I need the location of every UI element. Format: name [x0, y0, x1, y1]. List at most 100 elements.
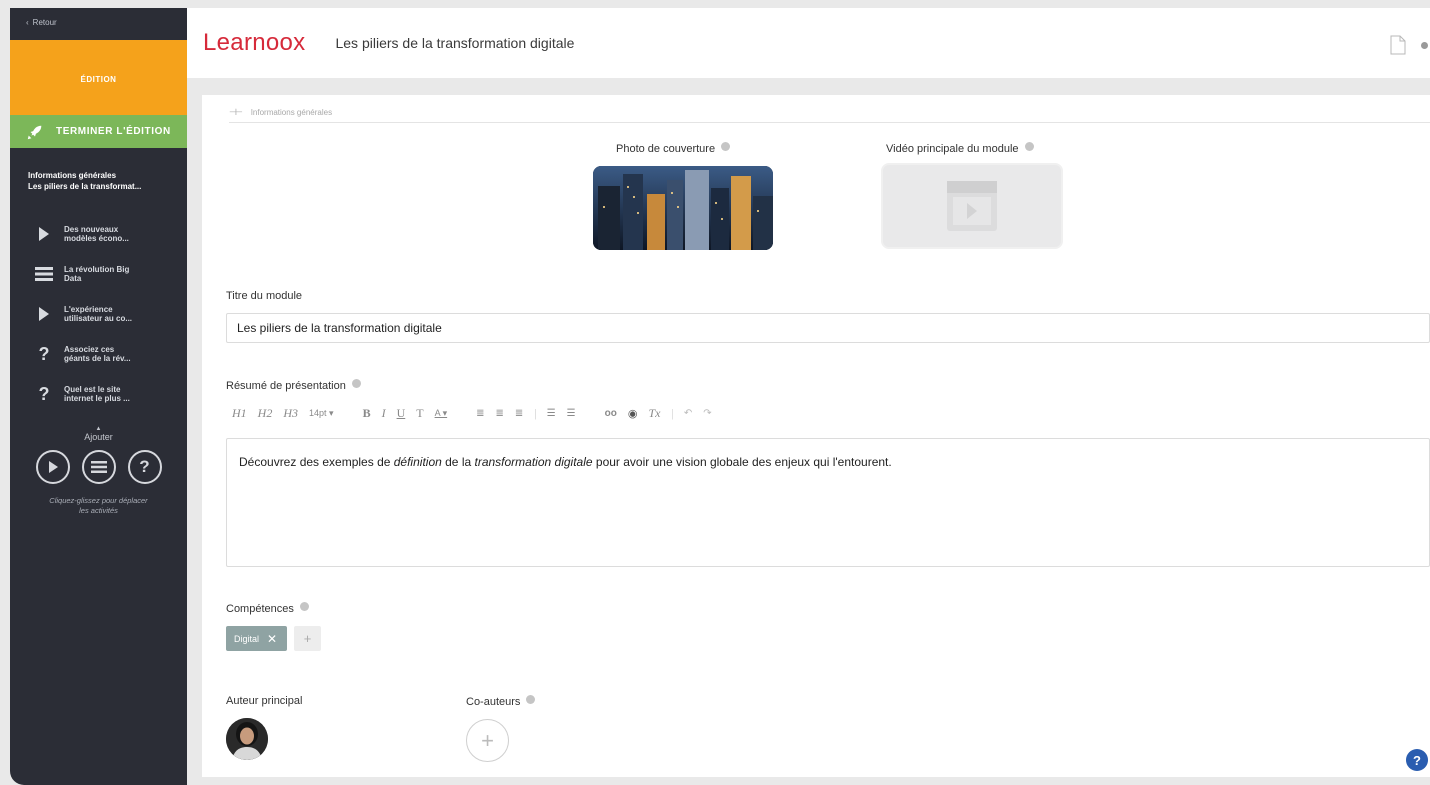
- activity-item[interactable]: Des nouveaux modèles écono...: [10, 214, 187, 254]
- underline-button[interactable]: U: [397, 406, 406, 421]
- skill-tag: Digital ✕: [226, 626, 287, 651]
- activity-label-line: internet le plus ...: [64, 394, 130, 403]
- activity-item[interactable]: ? Associez ces géants de la rév...: [10, 334, 187, 374]
- toolbar-divider: |: [671, 405, 674, 420]
- avatar[interactable]: [226, 718, 268, 760]
- summary-text: pour avoir une vision globale des enjeux…: [592, 455, 892, 469]
- align-center-icon[interactable]: ≣: [496, 408, 504, 419]
- help-icon[interactable]: [299, 602, 309, 611]
- add-skill-button[interactable]: +: [294, 626, 321, 651]
- play-icon: [34, 304, 54, 324]
- finish-label: TERMINER L'ÉDITION: [56, 126, 171, 137]
- clear-format-button[interactable]: Tx: [648, 406, 660, 421]
- summary-emphasis: transformation digitale: [474, 455, 593, 469]
- question-icon: ?: [139, 457, 150, 476]
- cover-photo-label-text: Photo de couverture: [616, 143, 716, 155]
- sidebar-item-subtitle: Les piliers de la transformat...: [28, 182, 142, 191]
- help-button[interactable]: ?: [1406, 749, 1428, 771]
- module-title-input[interactable]: [226, 313, 1430, 343]
- activity-item[interactable]: ? Quel est le site internet le plus ...: [10, 374, 187, 414]
- sidebar-item-general-info[interactable]: Informations générales Les piliers de la…: [10, 148, 187, 192]
- main-author-label: Auteur principal: [226, 695, 303, 707]
- activity-label-line: Quel est le site: [64, 385, 121, 394]
- align-right-icon[interactable]: ≣: [515, 408, 523, 419]
- add-coauthor-button[interactable]: +: [466, 719, 509, 762]
- bullet-list-icon[interactable]: ☰: [547, 408, 556, 419]
- text-style-button[interactable]: T: [416, 406, 423, 421]
- hint-line: les activités: [79, 506, 118, 515]
- add-quiz-button[interactable]: ?: [127, 450, 162, 484]
- activity-label-line: géants de la rév...: [64, 354, 131, 363]
- cover-photo-label: Photo de couverture: [616, 142, 731, 155]
- module-title-label: Titre du module: [226, 290, 303, 302]
- coauthors-label: Co-auteurs: [466, 695, 536, 708]
- sidebar: ‹ Retour ÉDITION TERMINER L'ÉDITION Infor…: [10, 8, 187, 785]
- numbered-list-icon[interactable]: ☰: [567, 408, 576, 419]
- align-left-icon[interactable]: ≣: [476, 408, 484, 419]
- heading1-button[interactable]: H1: [232, 406, 247, 421]
- add-text-button[interactable]: [81, 450, 116, 484]
- help-icon[interactable]: [351, 379, 361, 388]
- module-form: ⊣⊢ Informations générales Photo de couve…: [202, 95, 1430, 777]
- close-icon[interactable]: ✕: [267, 632, 277, 646]
- question-icon: ?: [38, 343, 50, 364]
- document-icon[interactable]: [1390, 35, 1406, 55]
- add-video-button[interactable]: [35, 450, 70, 484]
- media-icon[interactable]: ◉: [628, 407, 638, 420]
- activity-label-line: Associez ces: [64, 345, 115, 354]
- chevron-left-icon: ‹: [26, 18, 29, 27]
- help-icon[interactable]: [1024, 142, 1034, 151]
- bold-button[interactable]: B: [363, 406, 371, 421]
- redo-icon[interactable]: ↷: [703, 408, 711, 419]
- question-icon: ?: [1413, 752, 1421, 768]
- skills-label: Compétences: [226, 602, 309, 615]
- main-video-placeholder[interactable]: [881, 163, 1063, 249]
- activity-item[interactable]: La révolution Big Data: [10, 254, 187, 294]
- video-icon: [947, 181, 997, 231]
- app-window: ‹ Retour ÉDITION TERMINER L'ÉDITION Infor…: [0, 0, 1430, 785]
- summary-text: de la: [441, 455, 475, 469]
- list-icon: [90, 461, 107, 473]
- undo-icon[interactable]: ↶: [684, 408, 692, 419]
- section-title: Informations générales: [250, 108, 333, 117]
- play-icon: [34, 224, 54, 244]
- top-header: Learnoox Les piliers de la transformatio…: [187, 8, 1430, 78]
- summary-label: Résumé de présentation: [226, 379, 361, 392]
- summary-emphasis: définition: [393, 455, 442, 469]
- settings-icon[interactable]: [1421, 42, 1428, 49]
- finish-edition-button[interactable]: TERMINER L'ÉDITION: [10, 115, 187, 148]
- activity-label-line: La révolution Big: [64, 265, 130, 274]
- question-icon: ?: [38, 383, 50, 404]
- help-icon[interactable]: [526, 695, 536, 704]
- activity-item[interactable]: L'expérience utilisateur au co...: [10, 294, 187, 334]
- heading3-button[interactable]: H3: [283, 406, 298, 421]
- summary-editor[interactable]: Découvrez des exemples de définition de …: [226, 438, 1430, 567]
- hint-line: Cliquez-glissez pour déplacer: [49, 496, 148, 505]
- edition-mode-banner: ÉDITION: [10, 40, 187, 115]
- edition-label: ÉDITION: [80, 75, 117, 84]
- heading2-button[interactable]: H2: [258, 406, 273, 421]
- cover-photo[interactable]: [593, 166, 773, 250]
- list-icon: [34, 264, 54, 284]
- drag-hint: Cliquez-glissez pour déplacer les activi…: [10, 496, 187, 516]
- activity-label-line: L'expérience: [64, 305, 113, 314]
- author-photo: [226, 718, 268, 760]
- drag-handle-icon: ⊣⊢: [229, 107, 243, 117]
- skills-label-text: Compétences: [226, 603, 294, 615]
- text-color-select[interactable]: A ▾: [435, 408, 448, 419]
- back-label: Retour: [32, 18, 57, 27]
- activity-label-line: Data: [64, 274, 82, 283]
- add-label: Ajouter: [84, 432, 113, 442]
- activity-label-line: modèles écono...: [64, 234, 129, 243]
- city-skyline-image: [593, 166, 773, 250]
- back-link[interactable]: ‹ Retour: [10, 8, 187, 40]
- italic-button[interactable]: I: [382, 406, 386, 421]
- help-icon[interactable]: [721, 142, 731, 151]
- link-button[interactable]: oo: [605, 408, 617, 419]
- summary-text: Découvrez des exemples de: [239, 455, 394, 469]
- main-video-label-text: Vidéo principale du module: [886, 143, 1019, 155]
- activity-label-line: utilisateur au co...: [64, 314, 133, 323]
- play-icon: [48, 461, 58, 473]
- font-size-select[interactable]: 14pt ▾: [309, 408, 334, 419]
- activity-label-line: Des nouveaux: [64, 225, 119, 234]
